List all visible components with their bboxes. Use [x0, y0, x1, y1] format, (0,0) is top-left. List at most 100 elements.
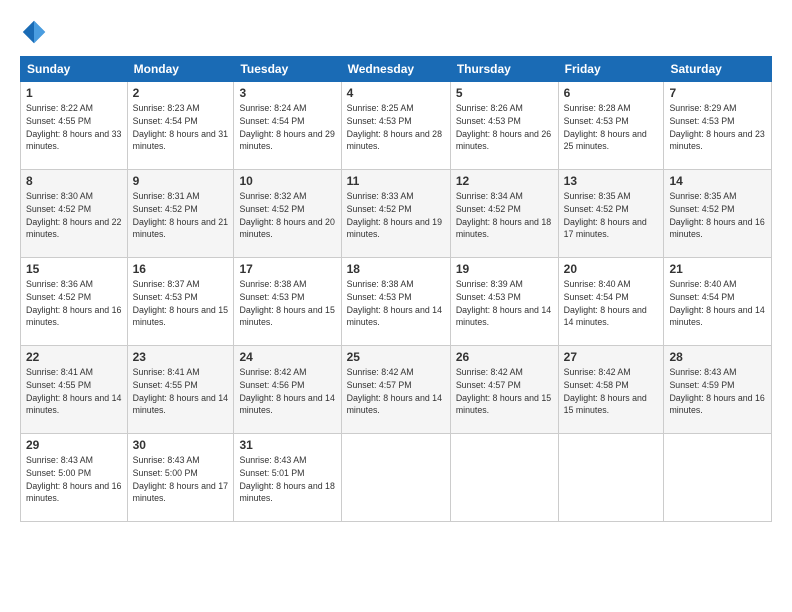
day-info: Sunrise: 8:32 AMSunset: 4:52 PMDaylight:… [239, 190, 335, 241]
day-number: 9 [133, 174, 229, 188]
day-number: 19 [456, 262, 553, 276]
day-number: 13 [564, 174, 659, 188]
page: SundayMondayTuesdayWednesdayThursdayFrid… [0, 0, 792, 612]
weekday-header-thursday: Thursday [450, 57, 558, 82]
day-info: Sunrise: 8:34 AMSunset: 4:52 PMDaylight:… [456, 190, 553, 241]
calendar-cell: 2 Sunrise: 8:23 AMSunset: 4:54 PMDaylight… [127, 82, 234, 170]
logo [20, 18, 50, 46]
day-info: Sunrise: 8:29 AMSunset: 4:53 PMDaylight:… [669, 102, 766, 153]
calendar-cell: 24Sunrise: 8:42 AMSunset: 4:56 PMDayligh… [234, 346, 341, 434]
day-number: 23 [133, 350, 229, 364]
day-number: 22 [26, 350, 122, 364]
day-number: 18 [347, 262, 445, 276]
day-info: Sunrise: 8:43 AMSunset: 5:00 PMDaylight:… [133, 454, 229, 505]
calendar-cell: 30 Sunrise: 8:43 AMSunset: 5:00 PMDayligh… [127, 434, 234, 522]
week-row-4: 22 Sunrise: 8:41 AMSunset: 4:55 PMDayligh… [21, 346, 772, 434]
week-row-3: 15 Sunrise: 8:36 AMSunset: 4:52 PMDayligh… [21, 258, 772, 346]
calendar-cell: 22 Sunrise: 8:41 AMSunset: 4:55 PMDayligh… [21, 346, 128, 434]
day-info: Sunrise: 8:31 AMSunset: 4:52 PMDaylight:… [133, 190, 229, 241]
calendar-cell: 5Sunrise: 8:26 AMSunset: 4:53 PMDaylight… [450, 82, 558, 170]
calendar-cell: 4 Sunrise: 8:25 AMSunset: 4:53 PMDaylight… [341, 82, 450, 170]
calendar-cell: 26 Sunrise: 8:42 AMSunset: 4:57 PMDayligh… [450, 346, 558, 434]
weekday-header-wednesday: Wednesday [341, 57, 450, 82]
day-number: 1 [26, 86, 122, 100]
calendar-cell: 29 Sunrise: 8:43 AMSunset: 5:00 PMDayligh… [21, 434, 128, 522]
calendar-cell [558, 434, 664, 522]
day-info: Sunrise: 8:43 AMSunset: 5:01 PMDaylight:… [239, 454, 335, 505]
calendar-cell: 9 Sunrise: 8:31 AMSunset: 4:52 PMDaylight… [127, 170, 234, 258]
day-info: Sunrise: 8:42 AMSunset: 4:57 PMDaylight:… [347, 366, 445, 417]
day-info: Sunrise: 8:36 AMSunset: 4:52 PMDaylight:… [26, 278, 122, 329]
day-number: 17 [239, 262, 335, 276]
day-info: Sunrise: 8:43 AMSunset: 5:00 PMDaylight:… [26, 454, 122, 505]
day-info: Sunrise: 8:26 AMSunset: 4:53 PMDaylight:… [456, 102, 553, 153]
weekday-header-monday: Monday [127, 57, 234, 82]
calendar-cell: 17 Sunrise: 8:38 AMSunset: 4:53 PMDayligh… [234, 258, 341, 346]
calendar-cell: 23 Sunrise: 8:41 AMSunset: 4:55 PMDayligh… [127, 346, 234, 434]
weekday-header-row: SundayMondayTuesdayWednesdayThursdayFrid… [21, 57, 772, 82]
header [20, 18, 772, 46]
calendar-cell: 21 Sunrise: 8:40 AMSunset: 4:54 PMDayligh… [664, 258, 772, 346]
day-number: 30 [133, 438, 229, 452]
day-number: 25 [347, 350, 445, 364]
day-info: Sunrise: 8:43 AMSunset: 4:59 PMDaylight:… [669, 366, 766, 417]
logo-icon [20, 18, 48, 46]
day-number: 11 [347, 174, 445, 188]
day-info: Sunrise: 8:30 AMSunset: 4:52 PMDaylight:… [26, 190, 122, 241]
day-number: 14 [669, 174, 766, 188]
day-info: Sunrise: 8:41 AMSunset: 4:55 PMDaylight:… [133, 366, 229, 417]
day-number: 4 [347, 86, 445, 100]
day-info: Sunrise: 8:38 AMSunset: 4:53 PMDaylight:… [347, 278, 445, 329]
weekday-header-tuesday: Tuesday [234, 57, 341, 82]
calendar-cell: 13 Sunrise: 8:35 AMSunset: 4:52 PMDayligh… [558, 170, 664, 258]
day-number: 6 [564, 86, 659, 100]
day-number: 29 [26, 438, 122, 452]
calendar-cell: 1 Sunrise: 8:22 AMSunset: 4:55 PMDaylight… [21, 82, 128, 170]
day-number: 28 [669, 350, 766, 364]
calendar-cell: 16 Sunrise: 8:37 AMSunset: 4:53 PMDayligh… [127, 258, 234, 346]
day-info: Sunrise: 8:35 AMSunset: 4:52 PMDaylight:… [669, 190, 766, 241]
calendar-cell: 11Sunrise: 8:33 AMSunset: 4:52 PMDayligh… [341, 170, 450, 258]
weekday-header-sunday: Sunday [21, 57, 128, 82]
calendar-cell: 20Sunrise: 8:40 AMSunset: 4:54 PMDayligh… [558, 258, 664, 346]
day-number: 31 [239, 438, 335, 452]
day-info: Sunrise: 8:42 AMSunset: 4:58 PMDaylight:… [564, 366, 659, 417]
day-info: Sunrise: 8:37 AMSunset: 4:53 PMDaylight:… [133, 278, 229, 329]
day-number: 16 [133, 262, 229, 276]
day-number: 20 [564, 262, 659, 276]
day-info: Sunrise: 8:24 AMSunset: 4:54 PMDaylight:… [239, 102, 335, 153]
calendar-cell: 14 Sunrise: 8:35 AMSunset: 4:52 PMDayligh… [664, 170, 772, 258]
calendar-cell: 8 Sunrise: 8:30 AMSunset: 4:52 PMDaylight… [21, 170, 128, 258]
calendar-cell: 31 Sunrise: 8:43 AMSunset: 5:01 PMDayligh… [234, 434, 341, 522]
day-number: 21 [669, 262, 766, 276]
calendar-cell [341, 434, 450, 522]
calendar-cell [450, 434, 558, 522]
day-info: Sunrise: 8:40 AMSunset: 4:54 PMDaylight:… [669, 278, 766, 329]
calendar-cell: 25 Sunrise: 8:42 AMSunset: 4:57 PMDayligh… [341, 346, 450, 434]
calendar-cell [664, 434, 772, 522]
day-info: Sunrise: 8:41 AMSunset: 4:55 PMDaylight:… [26, 366, 122, 417]
day-number: 15 [26, 262, 122, 276]
week-row-1: 1 Sunrise: 8:22 AMSunset: 4:55 PMDaylight… [21, 82, 772, 170]
day-info: Sunrise: 8:23 AMSunset: 4:54 PMDaylight:… [133, 102, 229, 153]
calendar-cell: 19Sunrise: 8:39 AMSunset: 4:53 PMDayligh… [450, 258, 558, 346]
day-number: 2 [133, 86, 229, 100]
calendar-cell: 10Sunrise: 8:32 AMSunset: 4:52 PMDayligh… [234, 170, 341, 258]
day-info: Sunrise: 8:22 AMSunset: 4:55 PMDaylight:… [26, 102, 122, 153]
calendar-cell: 27Sunrise: 8:42 AMSunset: 4:58 PMDayligh… [558, 346, 664, 434]
day-number: 7 [669, 86, 766, 100]
calendar-cell: 6 Sunrise: 8:28 AMSunset: 4:53 PMDaylight… [558, 82, 664, 170]
day-info: Sunrise: 8:42 AMSunset: 4:57 PMDaylight:… [456, 366, 553, 417]
day-info: Sunrise: 8:25 AMSunset: 4:53 PMDaylight:… [347, 102, 445, 153]
day-info: Sunrise: 8:35 AMSunset: 4:52 PMDaylight:… [564, 190, 659, 241]
day-number: 26 [456, 350, 553, 364]
day-info: Sunrise: 8:28 AMSunset: 4:53 PMDaylight:… [564, 102, 659, 153]
calendar-cell: 12 Sunrise: 8:34 AMSunset: 4:52 PMDayligh… [450, 170, 558, 258]
day-number: 8 [26, 174, 122, 188]
week-row-2: 8 Sunrise: 8:30 AMSunset: 4:52 PMDaylight… [21, 170, 772, 258]
weekday-header-friday: Friday [558, 57, 664, 82]
day-number: 12 [456, 174, 553, 188]
weekday-header-saturday: Saturday [664, 57, 772, 82]
day-number: 3 [239, 86, 335, 100]
day-info: Sunrise: 8:38 AMSunset: 4:53 PMDaylight:… [239, 278, 335, 329]
